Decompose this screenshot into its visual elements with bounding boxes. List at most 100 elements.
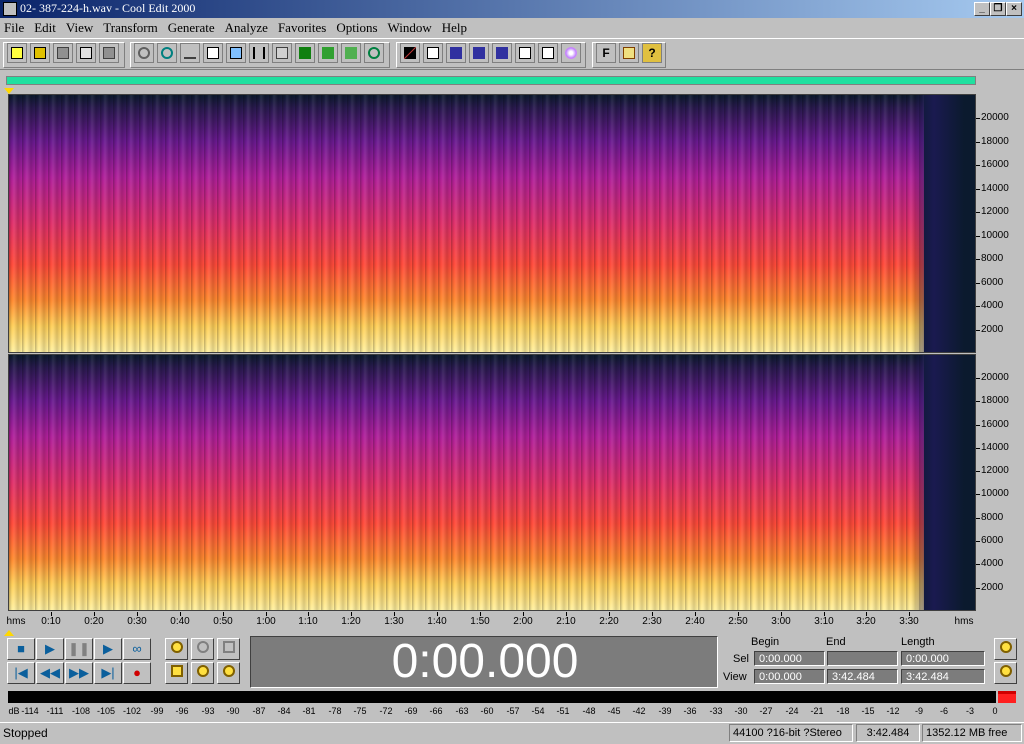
open-file-button[interactable] <box>30 43 50 63</box>
zoom-right-button[interactable] <box>217 662 240 684</box>
loop-button[interactable] <box>157 43 177 63</box>
status-length: 3:42.484 <box>856 724 920 742</box>
paste-button[interactable] <box>226 43 246 63</box>
freq-label: 12000 <box>981 465 1009 476</box>
db-label: -102 <box>122 706 142 716</box>
playhead-marker-bottom[interactable] <box>4 630 14 636</box>
copy-button[interactable] <box>203 43 223 63</box>
time-label: 1:40 <box>427 616 447 627</box>
save-arrow-button[interactable] <box>341 43 361 63</box>
trim-button[interactable] <box>180 43 200 63</box>
db-label: -3 <box>965 706 975 716</box>
save-all-button[interactable] <box>76 43 96 63</box>
db-unit-label: dB <box>8 706 20 716</box>
zoom-in-button[interactable] <box>165 638 188 660</box>
zoom-out-button[interactable] <box>191 638 214 660</box>
menu-analyze[interactable]: Analyze <box>221 18 274 38</box>
spectral-view-button[interactable] <box>400 43 420 63</box>
menu-view[interactable]: View <box>62 18 99 38</box>
paste-icon <box>230 47 242 59</box>
zoom-selection-button[interactable] <box>165 662 188 684</box>
export-button[interactable] <box>364 43 384 63</box>
grid-view-2-icon <box>473 47 485 59</box>
view-end-field[interactable]: 3:42.484 <box>827 669 898 684</box>
spectral-button[interactable] <box>318 43 338 63</box>
save-button[interactable] <box>53 43 73 63</box>
db-label: -54 <box>531 706 545 716</box>
play-to-end-button[interactable]: ▶ <box>94 638 122 660</box>
freq-tick <box>976 189 980 190</box>
document-button[interactable] <box>515 43 535 63</box>
freq-tick <box>976 212 980 213</box>
cut-icon <box>253 47 265 59</box>
zoom-full-button[interactable] <box>217 638 240 660</box>
menu-file[interactable]: File <box>0 18 30 38</box>
play-button[interactable]: ▶ <box>36 638 64 660</box>
freq-label: 8000 <box>981 512 1004 523</box>
grid-view-1-button[interactable] <box>446 43 466 63</box>
clip-indicator[interactable] <box>998 691 1016 703</box>
spectrogram-right-channel[interactable] <box>8 354 976 611</box>
sel-end-field[interactable] <box>827 651 898 666</box>
end-header: End <box>826 636 846 648</box>
new-file-button[interactable] <box>7 43 27 63</box>
overview-bar[interactable] <box>6 76 976 85</box>
undo-button[interactable] <box>134 43 154 63</box>
waveform-button[interactable] <box>295 43 315 63</box>
grid-view-3-button[interactable] <box>492 43 512 63</box>
spectrogram-left-channel[interactable] <box>8 94 976 353</box>
help-button[interactable]: ? <box>642 43 662 63</box>
text-document-icon <box>542 47 554 59</box>
menu-help[interactable]: Help <box>438 18 473 38</box>
cd-button[interactable] <box>561 43 581 63</box>
menu-generate[interactable]: Generate <box>164 18 221 38</box>
f-button[interactable]: F <box>596 43 616 63</box>
vertical-zoom-in-button[interactable] <box>994 662 1017 684</box>
go-to-start-button[interactable]: |◀ <box>7 662 35 684</box>
level-meter <box>8 691 996 703</box>
vertical-zoom-out-icon <box>999 641 1012 653</box>
menu-edit[interactable]: Edit <box>30 18 62 38</box>
freq-label: 2000 <box>981 582 1004 593</box>
grid-view-2-button[interactable] <box>469 43 489 63</box>
view-begin-field[interactable]: 0:00.000 <box>754 669 825 684</box>
save-selection-button[interactable] <box>99 43 119 63</box>
time-ruler[interactable]: hms 0:10 0:20 0:30 0:40 0:50 1:00 1:10 1:20 1:30… <box>7 612 976 630</box>
text-document-button[interactable] <box>538 43 558 63</box>
freq-tick <box>976 518 980 519</box>
time-label: 1:00 <box>256 616 276 627</box>
menu-options[interactable]: Options <box>332 18 383 38</box>
cut-button[interactable] <box>249 43 269 63</box>
db-label: -96 <box>175 706 189 716</box>
view-length-field[interactable]: 3:42.484 <box>901 669 985 684</box>
script-button[interactable] <box>619 43 639 63</box>
pause-button[interactable]: ❚❚ <box>65 638 93 660</box>
sel-begin-field[interactable]: 0:00.000 <box>754 651 825 666</box>
stop-button[interactable]: ■ <box>7 638 35 660</box>
db-label: -72 <box>379 706 393 716</box>
app-icon[interactable] <box>3 2 17 16</box>
fast-forward-button[interactable]: ▶▶ <box>65 662 93 684</box>
go-to-end-button[interactable]: ▶| <box>94 662 122 684</box>
rewind-button[interactable]: ◀◀ <box>36 662 64 684</box>
db-label: -6 <box>939 706 949 716</box>
close-button[interactable]: × <box>1006 2 1022 16</box>
menu-transform[interactable]: Transform <box>99 18 163 38</box>
vertical-zoom-out-button[interactable] <box>994 638 1017 660</box>
db-label: -99 <box>150 706 164 716</box>
sel-length-field[interactable]: 0:00.000 <box>901 651 985 666</box>
zoom-selection-icon <box>170 665 183 677</box>
menu-window[interactable]: Window <box>384 18 438 38</box>
db-label: -51 <box>556 706 570 716</box>
new-file-icon <box>11 47 23 59</box>
restore-button[interactable]: ❐ <box>990 2 1006 16</box>
mix-paste-button[interactable] <box>272 43 292 63</box>
menu-favorites[interactable]: Favorites <box>274 18 332 38</box>
record-button[interactable]: ● <box>123 662 151 684</box>
frame-button[interactable] <box>423 43 443 63</box>
zoom-left-button[interactable] <box>191 662 214 684</box>
freq-tick <box>976 330 980 331</box>
save-selection-icon <box>103 47 115 59</box>
minimize-button[interactable]: _ <box>974 2 990 16</box>
loop-play-button[interactable]: ∞ <box>123 638 151 660</box>
